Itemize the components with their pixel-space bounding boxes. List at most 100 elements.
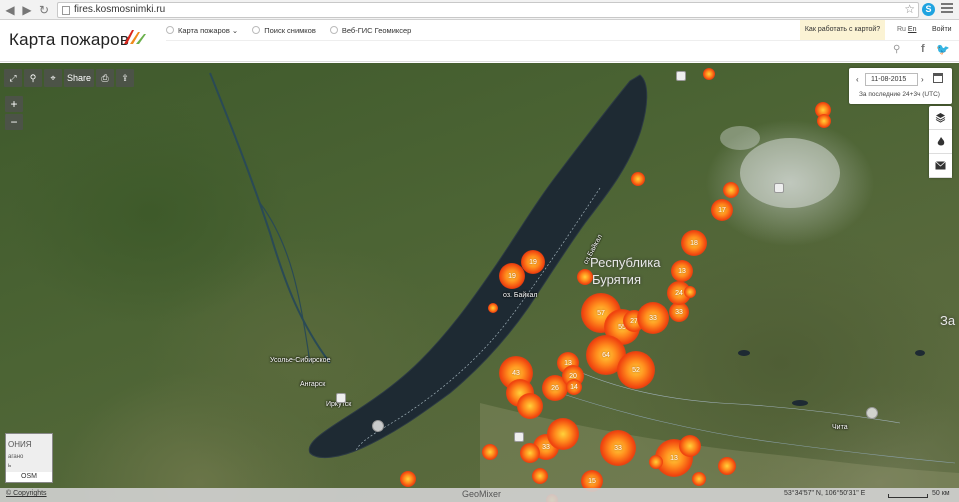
fire-cluster[interactable] (649, 455, 663, 469)
print-icon[interactable]: ⎙ (96, 69, 115, 87)
date-field[interactable]: 11-08-2015 (865, 73, 918, 86)
right-controls (929, 106, 952, 178)
site-logo-text[interactable]: Карта пожаров (9, 30, 129, 50)
browser-toolbar: ◀ ▶ ↻ fires.kosmosnimki.ru ☆ S (0, 0, 959, 20)
grey-cluster-marker-2[interactable] (866, 407, 878, 419)
minimap[interactable]: ОНИЯ агано ь OSM (5, 433, 53, 483)
calendar-icon[interactable] (933, 73, 943, 83)
image-search-icon (252, 26, 261, 34)
fire-filter-icon[interactable] (929, 130, 952, 154)
fire-cluster[interactable]: 33 (669, 302, 689, 322)
nav-image-search-label: Поиск снимков (264, 25, 316, 35)
settlement-marker-2[interactable] (514, 432, 524, 442)
page-icon (62, 6, 70, 15)
lang-ru[interactable]: Ru (897, 26, 906, 33)
minimap-text-1: ОНИЯ (8, 440, 32, 449)
map-label-angarsk: Ангарск (300, 381, 326, 388)
search-icon[interactable]: ⚲ (893, 44, 903, 55)
layers-icon[interactable] (929, 106, 952, 130)
fire-map-icon (166, 26, 174, 34)
fire-cluster[interactable] (482, 444, 498, 460)
geomixer-icon (329, 26, 338, 34)
fire-cluster[interactable]: 52 (617, 351, 655, 389)
fire-cluster[interactable]: 14 (566, 379, 582, 395)
fire-cluster[interactable] (400, 471, 416, 487)
irkutsk-marker[interactable] (336, 393, 346, 403)
copyrights-link[interactable]: © Copyrights (6, 490, 47, 497)
fire-cluster[interactable]: 33 (600, 430, 636, 466)
fire-cluster[interactable]: 19 (521, 250, 545, 274)
top-navigation: Карта пожаров ⌄ Поиск снимков Веб-ГИС Ге… (166, 20, 425, 40)
fire-cluster[interactable] (532, 468, 548, 484)
twitter-icon[interactable]: 🐦 (936, 43, 950, 56)
fire-cluster[interactable] (684, 286, 696, 298)
map-label-usolye: Усолье-Сибирское (270, 357, 331, 364)
search-map-icon[interactable]: ⚲ (24, 69, 42, 87)
fire-cluster[interactable] (679, 435, 701, 457)
logo-flame-icon (124, 30, 146, 44)
nav-image-search[interactable]: Поиск снимков (252, 26, 316, 35)
fire-cluster[interactable]: 17 (711, 199, 733, 221)
fire-cluster[interactable] (488, 303, 498, 313)
pin-icon[interactable]: ⌖ (44, 69, 62, 87)
prev-date-icon[interactable]: ‹ (856, 75, 859, 84)
export-icon[interactable]: ⇪ (116, 69, 135, 87)
mail-icon[interactable] (929, 154, 952, 178)
scale-bar (888, 494, 928, 498)
date-panel: ‹ 11-08-2015 › За последние 24+3ч (UTC) (849, 68, 952, 104)
forward-icon[interactable]: ▶ (20, 3, 34, 17)
fire-cluster[interactable]: 18 (681, 230, 707, 256)
fire-cluster[interactable] (577, 269, 593, 285)
fire-cluster[interactable] (723, 182, 739, 198)
map-label-republic-2: Бурятия (592, 272, 641, 287)
fire-map[interactable]: оз.Байкал оз. Байкал Республика Бурятия … (0, 63, 959, 502)
fire-cluster[interactable] (520, 443, 540, 463)
fire-cluster[interactable] (703, 68, 715, 80)
zoom-out-button[interactable]: − (5, 114, 23, 130)
fire-cluster[interactable] (517, 393, 543, 419)
bookmark-star-icon[interactable]: ☆ (904, 2, 915, 16)
nav-geomixer-label: Веб-ГИС Геомиксер (341, 25, 412, 35)
facebook-icon[interactable]: f (921, 43, 925, 55)
fire-cluster[interactable] (692, 472, 706, 486)
grey-cluster-marker[interactable] (372, 420, 384, 432)
next-date-icon[interactable]: › (921, 75, 924, 84)
address-bar[interactable]: fires.kosmosnimki.ru (57, 2, 919, 18)
period-label: За последние 24+3ч (UTC) (859, 91, 940, 98)
fullscreen-icon[interactable]: ⤢ (4, 69, 22, 87)
login-link[interactable]: Войти (932, 20, 952, 40)
lang-en[interactable]: En (908, 26, 917, 33)
reload-icon[interactable]: ↻ (37, 3, 51, 17)
map-label-edge: За (940, 313, 956, 328)
map-label-lake-2: оз. Байкал (503, 292, 538, 299)
how-to-use-link[interactable]: Как работать с картой? (800, 20, 885, 40)
map-label-republic-1: Республика (590, 255, 661, 270)
zoom-control: + − (5, 96, 23, 132)
site-header: Карта пожаров Карта пожаров ⌄ Поиск сним… (0, 20, 959, 62)
fire-cluster[interactable] (718, 457, 736, 475)
scale-label: 50 км (932, 490, 950, 497)
map-base-layer (209, 72, 959, 502)
settlement-marker-3[interactable] (676, 71, 686, 81)
map-toolbar: ⤢ ⚲ ⌖ Share ⎙ ⇪ (4, 69, 135, 87)
header-divider (166, 40, 959, 41)
osm-label: OSM (6, 472, 52, 482)
browser-menu-icon[interactable] (941, 3, 953, 15)
nav-fire-map-label: Карта пожаров ⌄ (178, 25, 239, 35)
fire-cluster[interactable] (547, 418, 579, 450)
address-text: fires.kosmosnimki.ru (74, 4, 166, 15)
back-icon[interactable]: ◀ (3, 3, 17, 17)
nav-geomixer[interactable]: Веб-ГИС Геомиксер (329, 25, 412, 35)
settlement-marker[interactable] (774, 183, 784, 193)
geomixer-logo[interactable]: GeoMixer (462, 489, 501, 499)
skype-extension-icon[interactable]: S (922, 3, 935, 16)
nav-fire-map[interactable]: Карта пожаров ⌄ (166, 26, 238, 35)
fire-cluster[interactable]: 33 (637, 302, 669, 334)
fire-cluster[interactable] (817, 114, 831, 128)
map-status-bar: © Copyrights GeoMixer 53°34'57" N, 106°5… (0, 488, 959, 502)
fire-cluster[interactable] (631, 172, 645, 186)
map-label-chita: Чита (832, 424, 848, 431)
share-button[interactable]: Share (64, 69, 95, 87)
fire-cluster[interactable]: 13 (671, 260, 693, 282)
zoom-in-button[interactable]: + (5, 96, 23, 112)
